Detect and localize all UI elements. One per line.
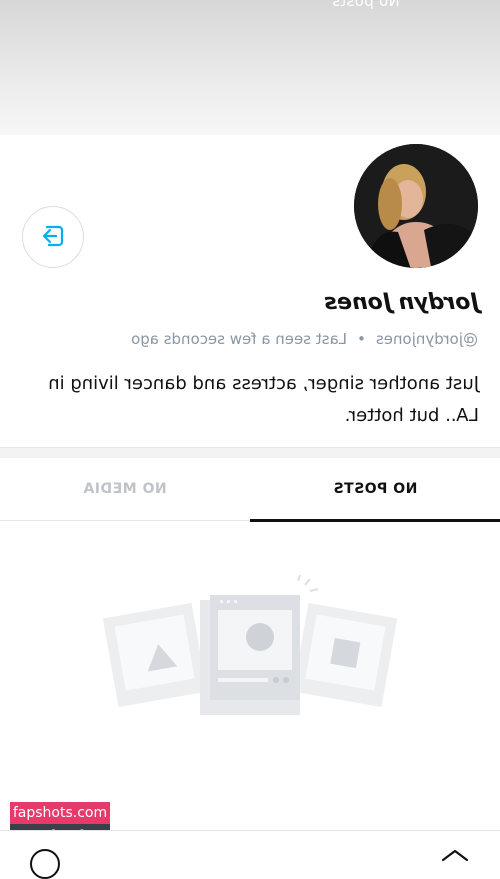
share-button[interactable] bbox=[22, 206, 84, 268]
profile-tabs: NO POSTS NO MEDIA bbox=[0, 458, 500, 522]
empty-state-illustration bbox=[100, 574, 400, 725]
tab-media-label: NO MEDIA bbox=[83, 481, 167, 497]
profile-cover: No posts bbox=[0, 0, 500, 135]
avatar-photo bbox=[354, 144, 478, 268]
profile-handle[interactable]: @jordynjones bbox=[376, 330, 478, 348]
tab-posts[interactable]: NO POSTS bbox=[250, 458, 500, 522]
profile-meta: @jordynjones • Last seen a few seconds ago bbox=[131, 330, 478, 348]
watermark-site: fapshots.com bbox=[10, 802, 110, 824]
profile-name: Jordyn Jones bbox=[324, 290, 479, 315]
avatar[interactable] bbox=[352, 142, 480, 270]
bottom-nav bbox=[0, 830, 500, 879]
meta-separator: • bbox=[357, 330, 366, 348]
tab-media[interactable]: NO MEDIA bbox=[0, 458, 250, 520]
profile-bio: Just another singer, actress and dancer … bbox=[48, 373, 479, 426]
tab-posts-label: NO POSTS bbox=[332, 481, 418, 497]
section-divider bbox=[0, 447, 500, 458]
circle-icon[interactable] bbox=[30, 849, 60, 879]
cover-label: No posts bbox=[332, 0, 400, 10]
last-seen: Last seen a few seconds ago bbox=[131, 330, 348, 348]
share-icon bbox=[39, 221, 67, 253]
